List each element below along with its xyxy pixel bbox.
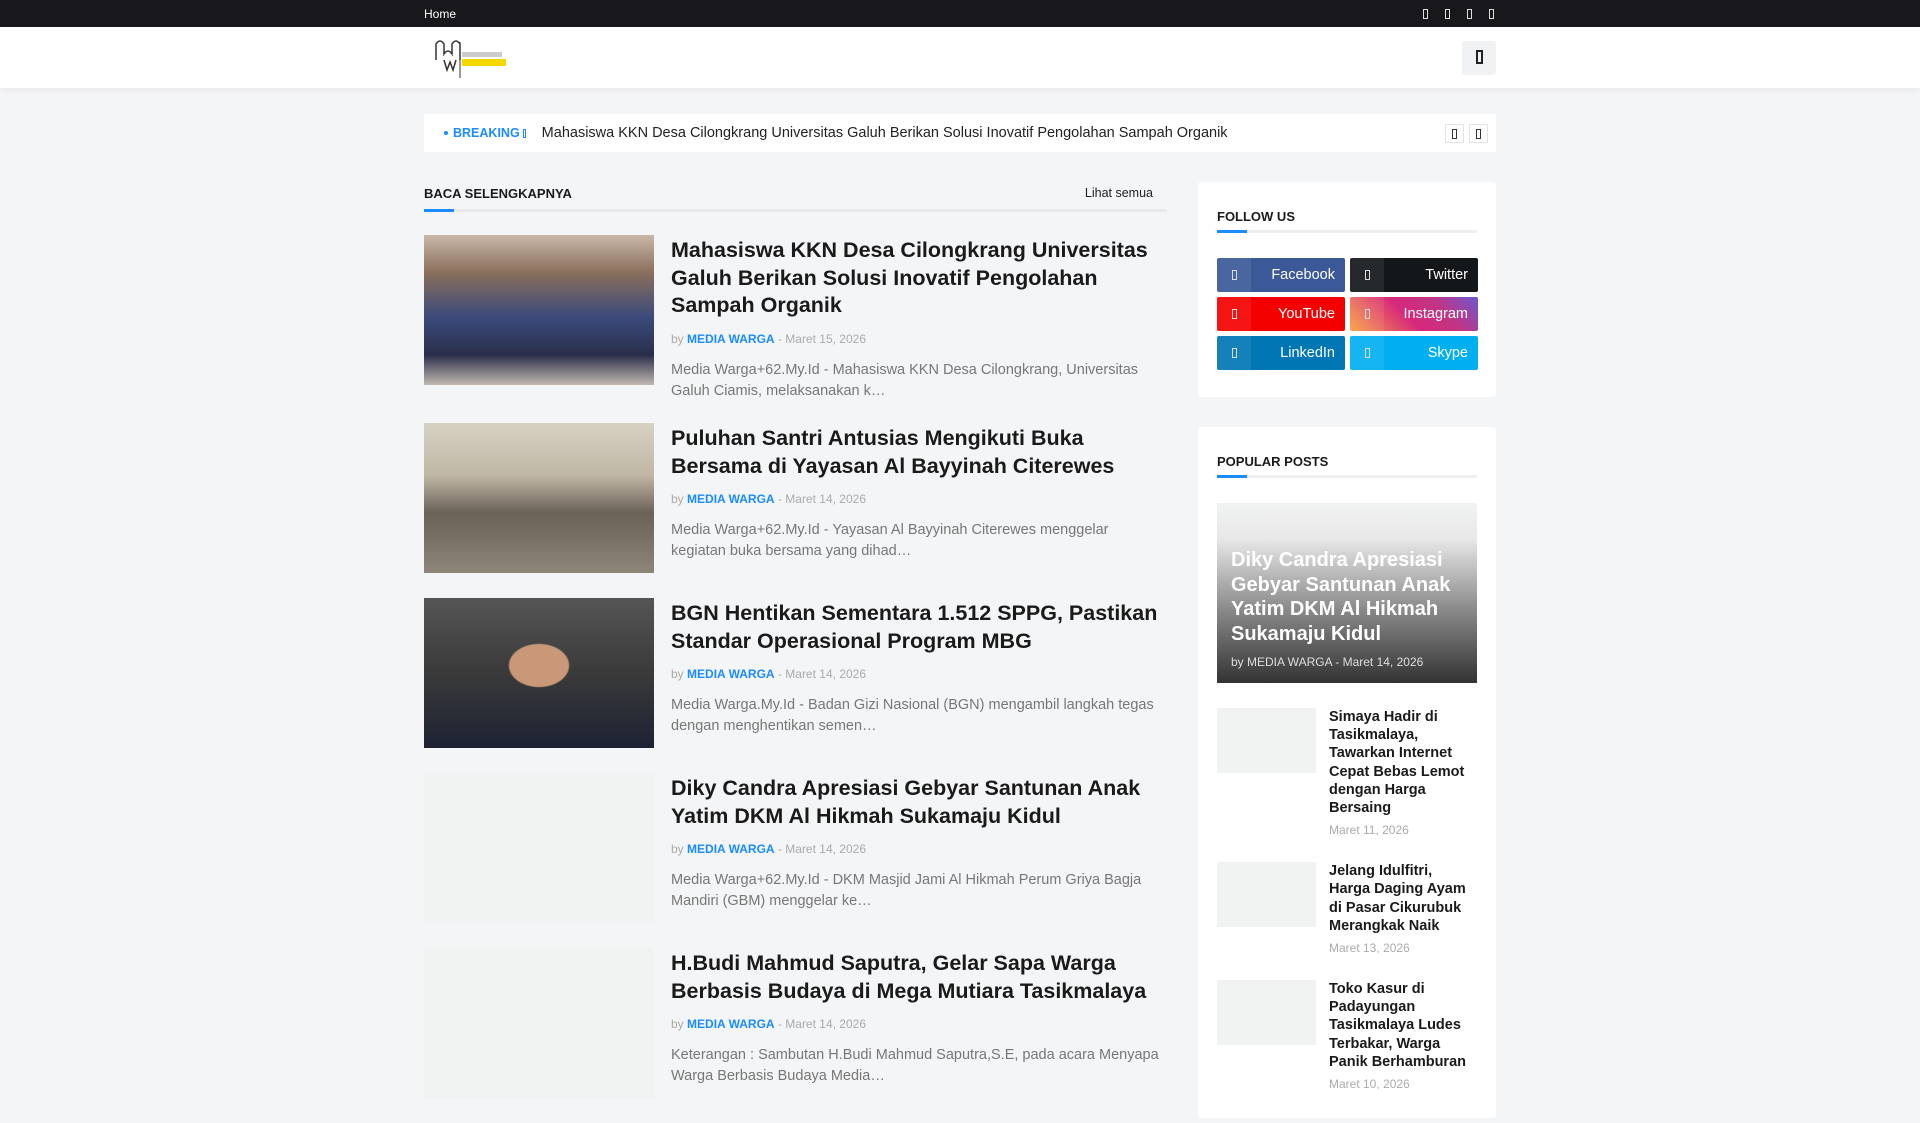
facebook-icon [1217, 258, 1251, 292]
post-thumbnail[interactable] [424, 598, 654, 748]
post-meta: by MEDIA WARGA - Maret 14, 2026 [671, 1017, 1167, 1031]
author-link[interactable]: MEDIA WARGA [687, 1017, 775, 1031]
breaking-headline[interactable]: Mahasiswa KKN Desa Cilongkrang Universit… [542, 125, 1228, 141]
post-excerpt: Media Warga.My.Id - Badan Gizi Nasional … [671, 697, 1154, 734]
breaking-label-text: BREAKING [453, 126, 520, 140]
top-social-links [1423, 7, 1494, 21]
popular-post-thumbnail[interactable] [1217, 980, 1316, 1046]
post-meta: by MEDIA WARGA - Maret 14, 2026 [671, 492, 1167, 506]
follow-label: Skype [1427, 345, 1468, 361]
post-title[interactable]: Puluhan Santri Antusias Mengikuti Buka B… [671, 425, 1167, 480]
instagram-icon [1350, 297, 1384, 331]
follow-label: LinkedIn [1280, 345, 1335, 361]
popular-post-thumbnail[interactable] [1217, 708, 1316, 773]
featured-meta: by MEDIA WARGA - Maret 14, 2026 [1231, 654, 1424, 669]
post-item: Diky Candra Apresiasi Gebyar Santunan An… [424, 773, 1167, 948]
youtube-icon[interactable] [1467, 7, 1472, 21]
prev-button[interactable] [1445, 124, 1464, 143]
menu-icon [1475, 49, 1483, 67]
post-title[interactable]: BGN Hentikan Sementara 1.512 SPPG, Pasti… [671, 600, 1167, 655]
youtube-icon [1217, 297, 1251, 331]
twitter-icon[interactable] [1445, 7, 1450, 21]
instagram-follow-button[interactable]: Instagram [1350, 297, 1478, 331]
popular-post-title[interactable]: Jelang Idulfitri, Harga Daging Ayam di P… [1329, 862, 1477, 935]
popular-post-title[interactable]: Toko Kasur di Padayungan Tasikmalaya Lud… [1329, 980, 1477, 1071]
author-link[interactable]: MEDIA WARGA [687, 492, 775, 506]
popular-post-thumbnail[interactable] [1217, 862, 1316, 928]
facebook-follow-button[interactable]: Facebook [1217, 258, 1345, 292]
post-item: BGN Hentikan Sementara 1.512 SPPG, Pasti… [424, 598, 1167, 773]
follow-label: Facebook [1271, 267, 1335, 283]
post-thumbnail[interactable] [424, 948, 654, 1098]
popular-post-item: Simaya Hadir di Tasikmalaya, Tawarkan In… [1217, 708, 1477, 837]
skype-icon [1350, 336, 1384, 370]
post-excerpt: Media Warga+62.My.Id - DKM Masjid Jami A… [671, 872, 1142, 909]
post-meta: by MEDIA WARGA - Maret 14, 2026 [671, 667, 1167, 681]
widget-title: FOLLOW US [1217, 209, 1477, 233]
post-thumbnail[interactable] [424, 235, 654, 385]
site-header [0, 27, 1920, 88]
follow-us-widget: FOLLOW US Facebook Twitter YouTube Instagra… [1198, 182, 1496, 397]
post-date: - Maret 14, 2026 [777, 667, 866, 681]
post-item: H.Budi Mahmud Saputra, Gelar Sapa Warga … [424, 948, 1167, 1123]
twitter-follow-button[interactable]: Twitter [1350, 258, 1478, 292]
linkedin-icon [1217, 336, 1251, 370]
by-label: by [671, 842, 684, 856]
post-title[interactable]: Diky Candra Apresiasi Gebyar Santunan An… [671, 775, 1167, 830]
popular-post-date: Maret 13, 2026 [1329, 941, 1410, 956]
breaking-news-bar: BREAKING Mahasiswa KKN Desa Cilongkrang … [424, 114, 1496, 152]
section-title: BACA SELENGKAPNYA [424, 186, 572, 201]
popular-post-item: Toko Kasur di Padayungan Tasikmalaya Lud… [1217, 980, 1477, 1091]
by-label: by [671, 492, 684, 506]
featured-title[interactable]: Diky Candra Apresiasi Gebyar Santunan An… [1231, 548, 1463, 647]
post-item: Mahasiswa KKN Desa Cilongkrang Universit… [424, 235, 1167, 423]
author-link[interactable]: MEDIA WARGA [687, 667, 775, 681]
site-logo[interactable] [434, 38, 514, 78]
twitter-icon [1350, 258, 1384, 292]
youtube-follow-button[interactable]: YouTube [1217, 297, 1345, 331]
author-link[interactable]: MEDIA WARGA [687, 332, 775, 346]
popular-post-date: Maret 11, 2026 [1329, 823, 1409, 838]
popular-post-date: Maret 10, 2026 [1329, 1077, 1410, 1092]
follow-label: Twitter [1425, 267, 1468, 283]
by-label: by [671, 331, 684, 346]
see-all-link[interactable]: Lihat semua [1085, 186, 1167, 209]
post-thumbnail[interactable] [424, 423, 654, 573]
post-excerpt: Media Warga+62.My.Id - Mahasiswa KKN Des… [671, 361, 1139, 399]
author-link[interactable]: MEDIA WARGA [687, 842, 775, 856]
sidebar: FOLLOW US Facebook Twitter YouTube Instagra… [1198, 182, 1496, 1123]
popular-posts-widget: POPULAR POSTS Diky Candra Apresiasi Geby… [1198, 427, 1496, 1119]
section-header: BACA SELENGKAPNYA Lihat semua [424, 182, 1167, 212]
popular-post-title[interactable]: Simaya Hadir di Tasikmalaya, Tawarkan In… [1329, 708, 1477, 817]
post-date: - Maret 14, 2026 [777, 492, 866, 506]
widget-title: POPULAR POSTS [1217, 454, 1477, 478]
popular-post-item: Jelang Idulfitri, Harga Daging Ayam di P… [1217, 862, 1477, 955]
post-item: Puluhan Santri Antusias Mengikuti Buka B… [424, 423, 1167, 598]
post-excerpt: Media Warga+62.My.Id - Yayasan Al Bayyin… [671, 522, 1109, 559]
by-label: by [671, 1017, 684, 1031]
by-label: by [671, 667, 684, 681]
follow-label: YouTube [1278, 306, 1335, 322]
post-thumbnail[interactable] [424, 773, 654, 923]
post-date: - Maret 15, 2026 [777, 331, 866, 346]
breaking-label: BREAKING [444, 126, 526, 140]
post-title[interactable]: Mahasiswa KKN Desa Cilongkrang Universit… [671, 237, 1167, 320]
post-title[interactable]: H.Budi Mahmud Saputra, Gelar Sapa Warga … [671, 950, 1167, 1005]
top-bar: Home [0, 0, 1920, 27]
post-date: - Maret 14, 2026 [777, 1017, 866, 1031]
main-column: BACA SELENGKAPNYA Lihat semua Mahasiswa … [424, 182, 1167, 1123]
skype-follow-button[interactable]: Skype [1350, 336, 1478, 370]
post-excerpt: Keterangan : Sambutan H.Budi Mahmud Sapu… [671, 1047, 1159, 1084]
post-date: - Maret 14, 2026 [777, 842, 866, 856]
follow-label: Instagram [1403, 306, 1468, 322]
menu-button[interactable] [1462, 40, 1496, 75]
home-link[interactable]: Home [424, 7, 456, 21]
linkedin-follow-button[interactable]: LinkedIn [1217, 336, 1345, 370]
facebook-icon[interactable] [1423, 7, 1428, 21]
instagram-icon[interactable] [1489, 7, 1494, 21]
post-meta: by MEDIA WARGA - Maret 15, 2026 [671, 332, 1167, 346]
post-meta: by MEDIA WARGA - Maret 14, 2026 [671, 842, 1167, 856]
next-button[interactable] [1469, 124, 1488, 143]
featured-popular-post[interactable]: Diky Candra Apresiasi Gebyar Santunan An… [1217, 503, 1477, 683]
